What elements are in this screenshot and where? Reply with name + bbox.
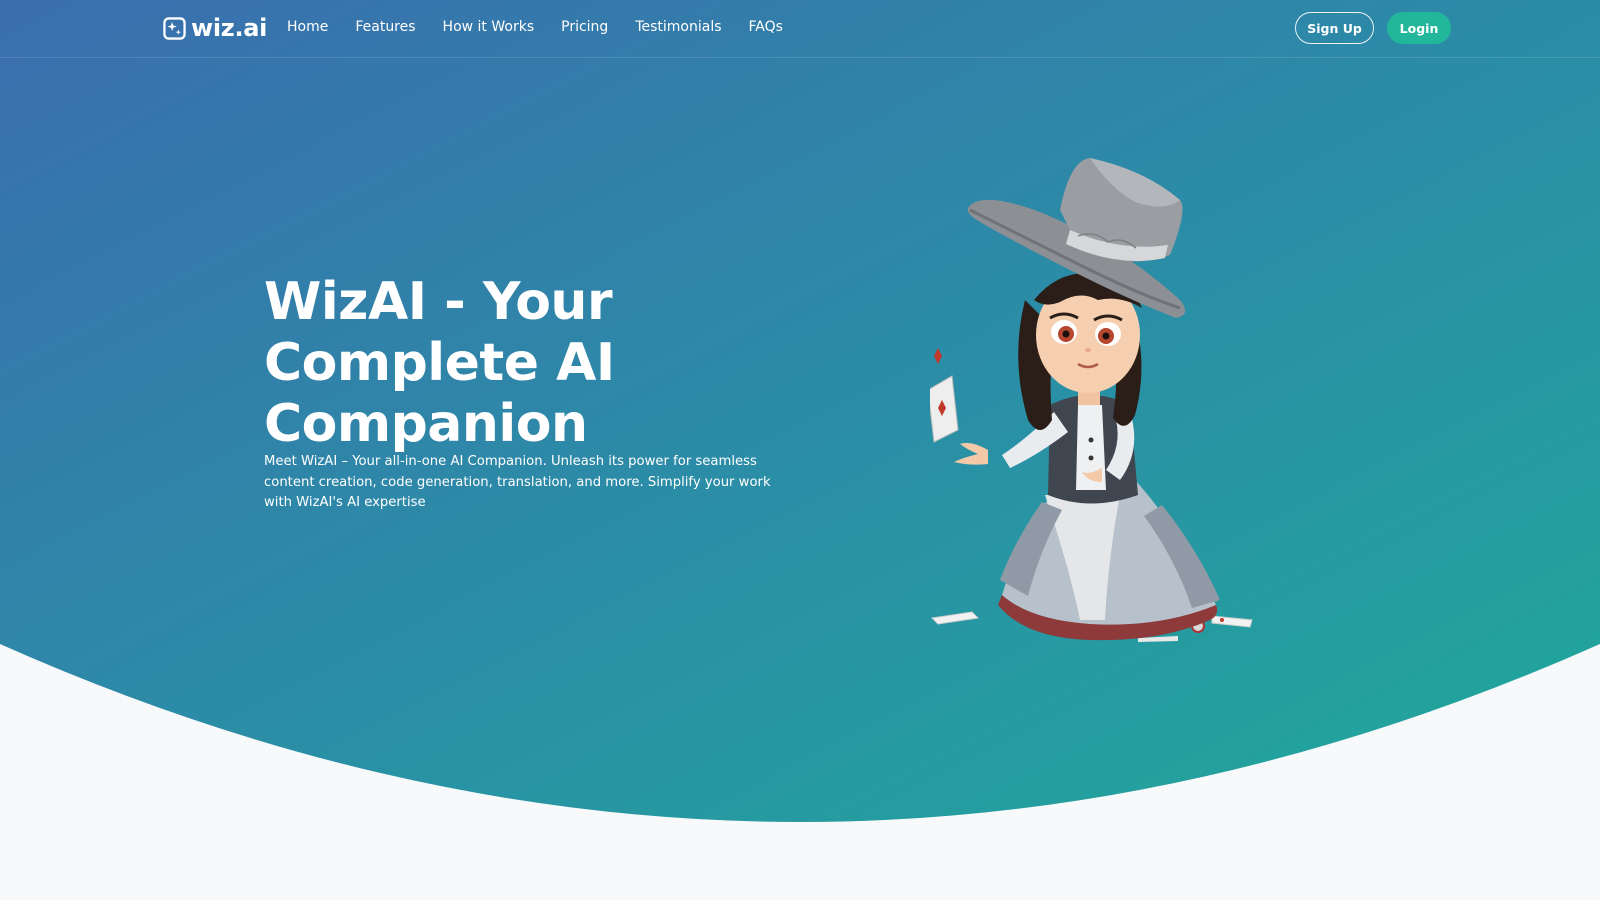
landing-page: wiz.ai Home Features How it Works Pricin… bbox=[0, 0, 1600, 900]
brand-logo[interactable]: wiz.ai bbox=[163, 14, 267, 42]
nav-link-faqs[interactable]: FAQs bbox=[749, 17, 783, 37]
sign-up-button[interactable]: Sign Up bbox=[1295, 12, 1374, 44]
nav-link-home[interactable]: Home bbox=[287, 17, 328, 37]
top-navbar: wiz.ai Home Features How it Works Pricin… bbox=[0, 0, 1600, 58]
hero-title: WizAI - Your Complete AI Companion bbox=[264, 272, 615, 454]
nav-link-how-it-works[interactable]: How it Works bbox=[443, 17, 535, 37]
brand-name: wiz.ai bbox=[191, 14, 268, 42]
nav-links: Home Features How it Works Pricing Testi… bbox=[287, 17, 810, 37]
nav-link-testimonials[interactable]: Testimonials bbox=[635, 17, 721, 37]
sparkle-square-icon bbox=[163, 16, 186, 40]
hero-background bbox=[0, 0, 1600, 822]
hero-description: Meet WizAI – Your all-in-one AI Companio… bbox=[264, 454, 771, 510]
nav-link-features[interactable]: Features bbox=[355, 17, 415, 37]
floating-card bbox=[930, 348, 959, 443]
login-button[interactable]: Login bbox=[1387, 12, 1451, 44]
nav-link-pricing[interactable]: Pricing bbox=[561, 17, 608, 37]
wizard-illustration bbox=[930, 158, 1253, 642]
